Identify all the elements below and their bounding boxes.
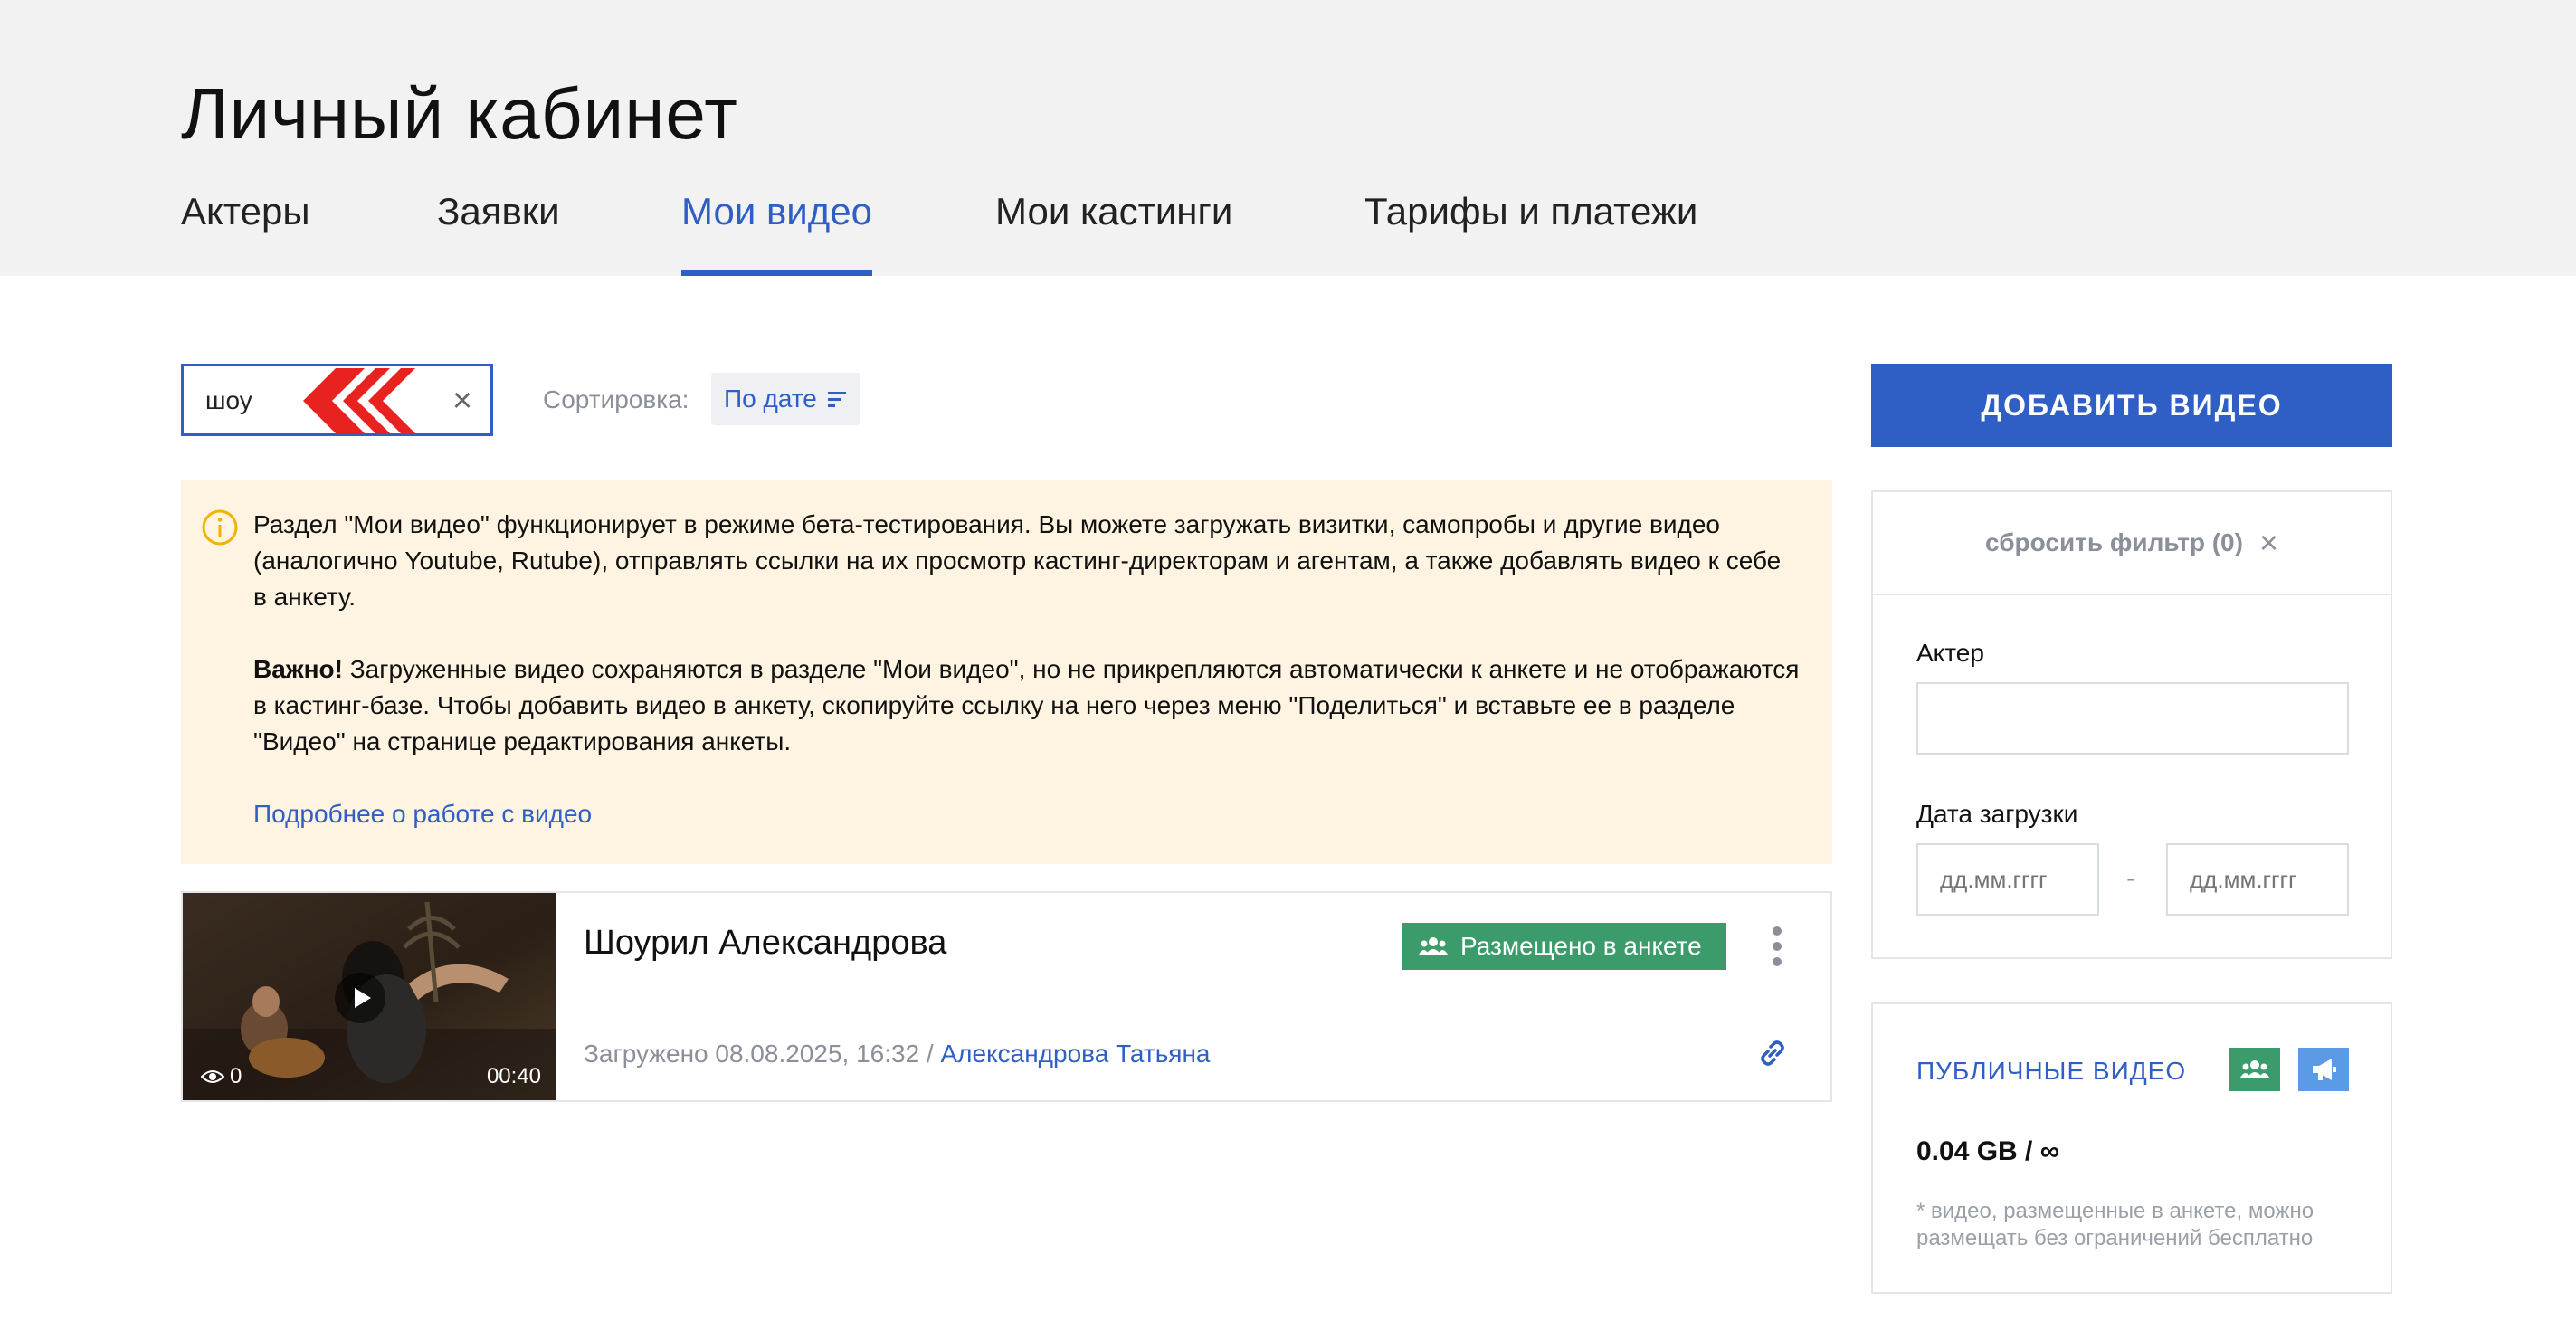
public-videos-panel: ПУБЛИЧНЫЕ ВИДЕО 0.04 GB / ∞ * видео, раз… <box>1871 1002 2392 1294</box>
clear-search-icon[interactable]: × <box>446 384 479 418</box>
tab-requests[interactable]: Заявки <box>437 190 560 276</box>
actor-input[interactable] <box>1916 682 2349 755</box>
reset-filter-label: сбросить фильтр (0) <box>1985 528 2243 556</box>
date-separator: - <box>2126 863 2135 893</box>
tab-tariffs-payments[interactable]: Тарифы и платежи <box>1364 190 1697 276</box>
video-duration: 00:40 <box>486 1064 541 1088</box>
actor-label: Актер <box>1916 639 1984 667</box>
beta-notice: Раздел "Мои видео" функционирует в режим… <box>181 480 1832 864</box>
views-count: 0 <box>230 1064 242 1088</box>
date-to-input[interactable] <box>2166 843 2349 916</box>
search-input[interactable]: шоу × <box>181 364 493 436</box>
tab-actors[interactable]: Актеры <box>181 190 310 276</box>
public-videos-title: ПУБЛИЧНЫЕ ВИДЕО <box>1916 1057 2187 1085</box>
notice-text: Раздел "Мои видео" функционирует в режим… <box>253 507 1801 832</box>
video-thumbnail[interactable]: 0 00:40 <box>183 893 556 1100</box>
add-video-button[interactable]: ДОБАВИТЬ ВИДЕО <box>1871 364 2392 447</box>
public-videos-note: * видео, размещенные в анкете, можно раз… <box>1916 1199 2315 1250</box>
megaphone-icon <box>2298 1048 2349 1091</box>
upload-date: Загружено 08.08.2025, 16:32 / <box>584 1040 941 1068</box>
date-from-input[interactable] <box>1916 843 2099 916</box>
sort-dropdown[interactable]: По дате <box>711 373 860 425</box>
video-help-link[interactable]: Подробнее о работе с видео <box>253 796 1801 832</box>
tab-my-videos[interactable]: Мои видео <box>681 190 872 276</box>
play-icon <box>355 988 371 1008</box>
users-icon <box>2229 1048 2280 1091</box>
placed-badge-label: Размещено в анкете <box>1460 932 1702 960</box>
sort-value: По дате <box>724 385 817 413</box>
link-icon[interactable] <box>1757 1038 1788 1069</box>
close-icon: × <box>2258 524 2278 561</box>
users-icon <box>1419 937 1448 955</box>
video-title[interactable]: Шоурил Александрова <box>584 924 946 963</box>
search-input-value: шоу <box>205 386 252 414</box>
video-card[interactable]: 0 00:40 Шоурил Александрова Размещено в … <box>181 891 1832 1102</box>
placed-in-profile-badge: Размещено в анкете <box>1402 923 1726 970</box>
more-vertical-icon[interactable] <box>1768 924 1786 969</box>
notice-paragraph-1: Раздел "Мои видео" функционирует в режим… <box>253 510 1782 611</box>
info-icon <box>202 509 238 546</box>
sort-label: Сортировка: <box>543 385 689 413</box>
notice-paragraph-2-text: Загруженные видео сохраняются в разделе … <box>253 655 1800 755</box>
page-header: Личный кабинет Актеры Заявки Мои видео М… <box>0 0 2576 276</box>
eye-icon <box>201 1070 224 1083</box>
sort-icon <box>827 392 846 407</box>
notice-important: Важно! <box>253 655 343 683</box>
storage-usage: 0.04 GB / ∞ <box>1916 1136 2060 1166</box>
video-meta: Загружено 08.08.2025, 16:32 / Александро… <box>584 1040 1211 1069</box>
notice-paragraph-2: Важно! Загруженные видео сохраняются в р… <box>253 651 1801 760</box>
page-title: Личный кабинет <box>181 73 738 154</box>
filter-panel: сбросить фильтр (0) × Актер Дата загрузк… <box>1871 490 2392 959</box>
chevrons-left-icon <box>303 368 415 433</box>
tab-my-castings[interactable]: Мои кастинги <box>995 190 1232 276</box>
play-button[interactable] <box>335 973 385 1023</box>
reset-filter-button[interactable]: сбросить фильтр (0) × <box>1873 492 2391 595</box>
upload-date-label: Дата загрузки <box>1916 800 2078 828</box>
video-author-link[interactable]: Александрова Татьяна <box>941 1040 1211 1068</box>
views-counter: 0 <box>201 1064 242 1089</box>
